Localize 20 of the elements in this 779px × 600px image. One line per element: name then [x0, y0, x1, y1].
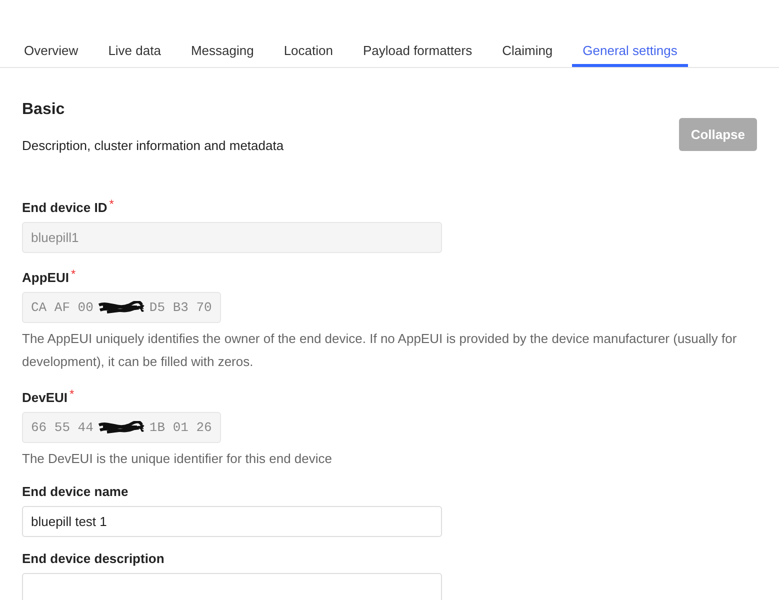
tab[interactable]: General settings [572, 24, 688, 67]
section-description: Description, cluster information and metadata [22, 138, 284, 153]
tab[interactable]: Overview [13, 24, 90, 67]
required-mark: * [70, 267, 76, 281]
section-title: Basic [22, 101, 66, 119]
required-mark: * [109, 197, 114, 211]
help-text: The DevEUI is the unique identifier for this end device [22, 450, 334, 468]
tab[interactable]: Live data [97, 24, 172, 67]
input-field[interactable]: bluepill test 1 [22, 506, 442, 537]
redaction-scribble [97, 300, 146, 314]
tab[interactable]: Messaging [180, 24, 265, 67]
input-field[interactable] [22, 573, 442, 600]
required-mark: * [70, 387, 74, 401]
tab[interactable]: Payload formatters [352, 24, 484, 67]
tab[interactable]: Claiming [491, 24, 564, 67]
field-label: End device name [22, 484, 130, 499]
help-text: The AppEUI uniquely identifies the owner of the end device. If no AppEUI is provided by the device manufacturer (usually for development), it can be filled with zeros. [22, 330, 738, 371]
tab[interactable]: Location [272, 24, 344, 67]
redaction-scribble [97, 420, 146, 434]
field-label: End device description [22, 551, 166, 566]
